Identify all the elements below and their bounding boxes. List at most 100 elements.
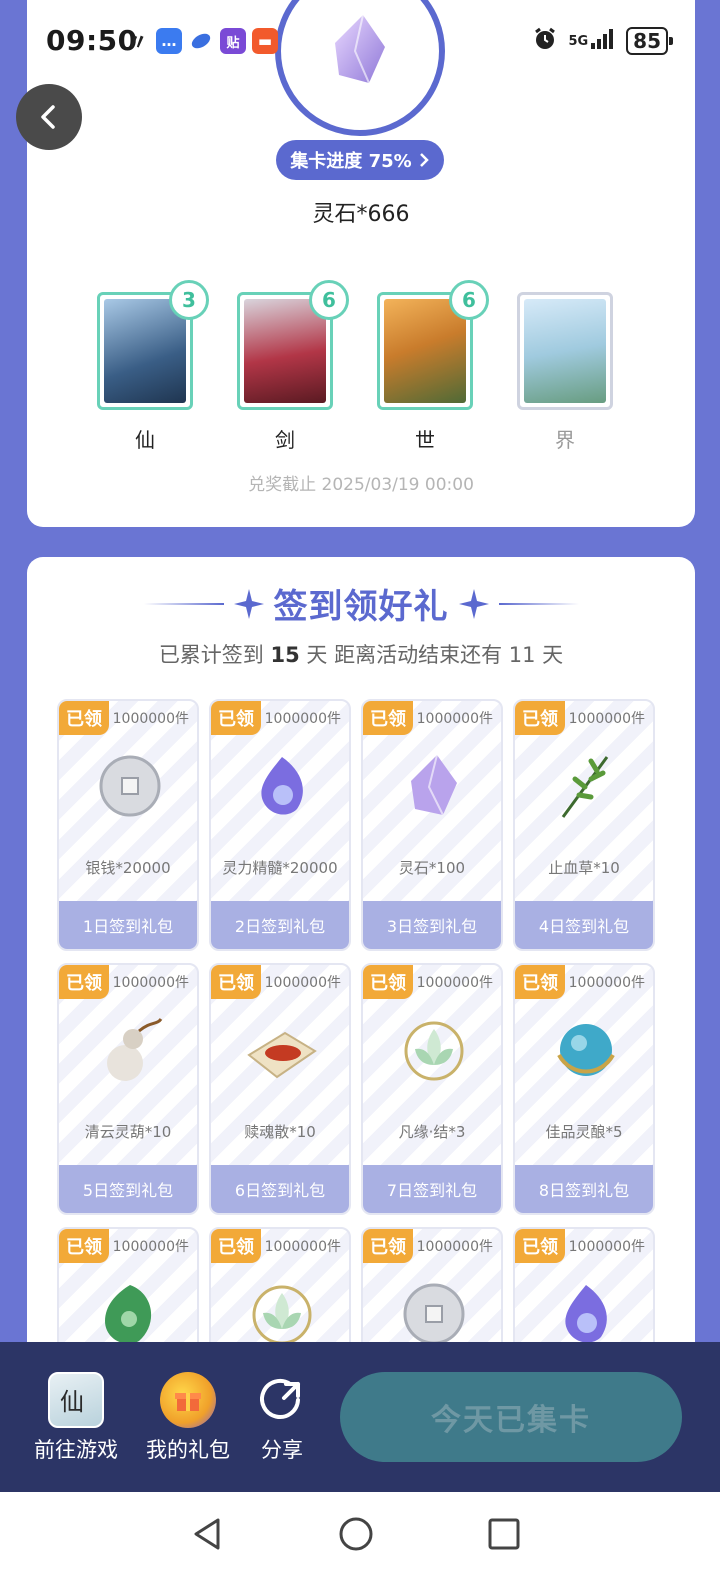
card-count-badge: 3	[169, 280, 209, 320]
status-bar: 09:50 〃 … 贴 ▬ 5G 85	[0, 0, 720, 84]
collect-card-jian[interactable]: 6 剑	[237, 280, 349, 453]
gift-stock: 1000000件	[416, 1239, 493, 1255]
nav-back-icon[interactable]	[188, 1514, 228, 1554]
app-notification-icon: 〃	[125, 31, 148, 56]
signin-title-text: 签到领好礼	[273, 587, 449, 627]
gift-stock: 1000000件	[416, 711, 493, 727]
my-gifts-button[interactable]: 我的礼包	[142, 1372, 234, 1464]
gift-card[interactable]: 已领 1000000件 清云灵葫*10 5日签到礼包	[57, 963, 199, 1215]
collect-progress-label: 集卡进度 75%	[290, 151, 412, 172]
card-label: 仙	[135, 428, 155, 452]
collect-progress-button[interactable]: 集卡进度 75%	[276, 140, 444, 180]
gift-card[interactable]: 已领 1000000件 赎魂散*10 6日签到礼包	[209, 963, 351, 1215]
claimed-tag: 已领	[363, 965, 413, 999]
gift-card[interactable]: 已领 1000000件 止血草*10 4日签到礼包	[513, 699, 655, 951]
claimed-tag: 已领	[211, 965, 261, 999]
alarm-icon	[532, 26, 558, 56]
gift-card[interactable]: 已领 1000000件 灵力精髓*20000 2日签到礼包	[209, 699, 351, 951]
collect-card-jie[interactable]: 界	[517, 292, 613, 453]
lotus-icon	[252, 1285, 312, 1345]
gift-card[interactable]: 已领 1000000件 灵石*100 3日签到礼包	[361, 699, 503, 951]
battery-indicator: 85	[626, 27, 673, 55]
spirit-stone-icon	[411, 754, 457, 816]
claimed-tag: 已领	[59, 701, 109, 735]
claimed-tag: 已领	[211, 1229, 261, 1263]
gift-name: 佳品灵酿*5	[545, 1123, 623, 1141]
card-art-image	[384, 299, 466, 403]
bottom-action-bar: 仙 前往游戏 我的礼包 分享 今天已集卡	[0, 1342, 720, 1492]
gift-card[interactable]: 已领 1000000件 凡缘·结*3 7日签到礼包	[361, 963, 503, 1215]
divider	[143, 602, 224, 605]
herb-icon	[561, 756, 609, 818]
reward-name: 灵石*666	[312, 202, 410, 227]
divider	[498, 602, 579, 605]
claimed-tag: 已领	[59, 965, 109, 999]
claimed-tag: 已领	[515, 1229, 565, 1263]
gift-stock: 1000000件	[568, 711, 645, 727]
gift-day-label: 6日签到礼包	[211, 1165, 349, 1213]
gift-stock: 1000000件	[568, 975, 645, 991]
gift-name: 赎魂散*10	[244, 1123, 316, 1141]
gift-day-label: 8日签到礼包	[515, 1165, 653, 1213]
gift-day-label: 3日签到礼包	[363, 901, 501, 949]
redeem-deadline: 兑奖截止 2025/03/19 00:00	[248, 475, 474, 495]
nav-recents-icon[interactable]	[484, 1514, 524, 1554]
go-to-game-button[interactable]: 仙 前往游戏	[30, 1372, 122, 1464]
gift-name: 灵石*100	[398, 859, 466, 877]
claimed-tag: 已领	[59, 1229, 109, 1263]
signal-icon	[590, 27, 616, 55]
chevron-right-icon	[419, 153, 429, 167]
network-label: 5G	[568, 33, 589, 49]
gift-name: 止血草*10	[548, 859, 620, 877]
gift-day-label: 5日签到礼包	[59, 1165, 197, 1213]
claimed-tag: 已领	[515, 701, 565, 735]
silver-coin-icon	[403, 1283, 465, 1345]
sparkle-icon	[458, 588, 489, 619]
collect-card-shi[interactable]: 6 世	[377, 280, 489, 453]
share-icon	[254, 1372, 310, 1428]
card-count-badge: 6	[309, 280, 349, 320]
spirit-essence-icon	[261, 757, 303, 815]
collect-today-button[interactable]: 今天已集卡	[340, 1372, 682, 1462]
gift-stock: 1000000件	[264, 975, 341, 991]
card-art-image	[104, 299, 186, 403]
gift-box-icon	[160, 1372, 216, 1428]
card-art-image	[524, 299, 606, 403]
card-label: 世	[415, 428, 435, 452]
tieba-notification-icon: 贴	[220, 28, 246, 54]
chevron-left-icon	[41, 105, 55, 129]
gift-stock: 1000000件	[264, 711, 341, 727]
collection-cards: 3 仙 6 剑 6 世 界	[97, 280, 637, 452]
claimed-tag: 已领	[363, 1229, 413, 1263]
lotus-icon	[404, 1021, 464, 1081]
browser-notification-icon	[188, 28, 214, 54]
card-label: 界	[555, 428, 575, 452]
card-count-badge: 6	[449, 280, 489, 320]
share-button[interactable]: 分享	[254, 1372, 310, 1464]
signin-days-count: 15	[270, 643, 300, 667]
gourd-icon	[107, 1018, 163, 1081]
svg-text:仙: 仙	[60, 1388, 84, 1416]
gift-stock: 1000000件	[112, 711, 189, 727]
jade-icon	[105, 1285, 152, 1344]
gift-name: 银钱*20000	[85, 859, 171, 877]
nav-home-icon[interactable]	[336, 1514, 376, 1554]
gift-stock: 1000000件	[568, 1239, 645, 1255]
silver-coin-icon	[99, 755, 161, 817]
collect-card-xian[interactable]: 3 仙	[97, 280, 209, 453]
gift-card[interactable]: 已领 1000000件 佳品灵酿*5 8日签到礼包	[513, 963, 655, 1215]
card-label: 剑	[275, 428, 295, 452]
game-logo-icon: 仙	[48, 1372, 104, 1428]
back-button[interactable]	[16, 84, 82, 150]
go-to-game-label: 前往游戏	[34, 1438, 118, 1462]
gift-card[interactable]: 已领 1000000件 银钱*20000 1日签到礼包	[57, 699, 199, 951]
gift-name: 凡缘·结*3	[398, 1123, 466, 1141]
gift-day-label: 2日签到礼包	[211, 901, 349, 949]
gift-stock: 1000000件	[112, 975, 189, 991]
store-notification-icon: ▬	[252, 28, 278, 54]
powder-icon	[247, 1031, 317, 1079]
gift-stock: 1000000件	[112, 1239, 189, 1255]
claimed-tag: 已领	[211, 701, 261, 735]
message-notification-icon: …	[156, 28, 182, 54]
my-gifts-label: 我的礼包	[146, 1438, 230, 1462]
